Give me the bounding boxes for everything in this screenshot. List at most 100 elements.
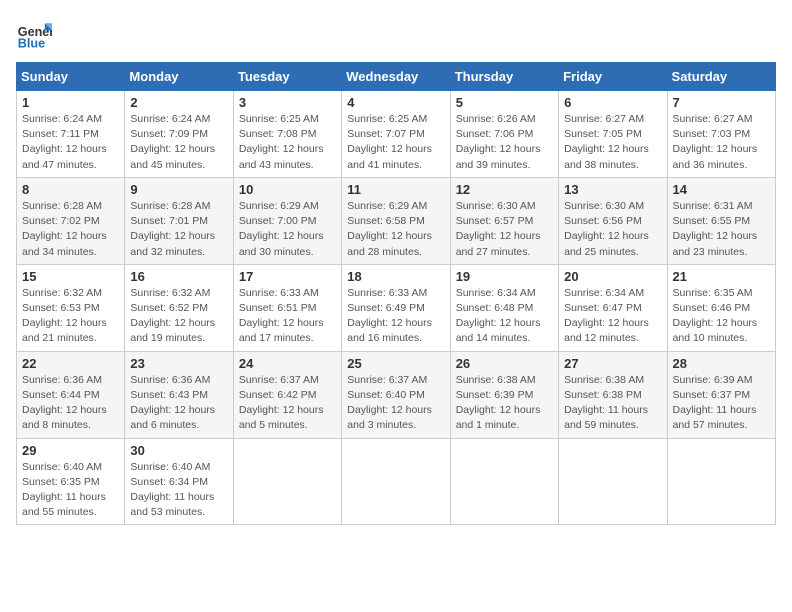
day-number: 19 bbox=[456, 269, 553, 284]
day-detail: Sunrise: 6:27 AMSunset: 7:05 PMDaylight:… bbox=[564, 113, 649, 171]
day-number: 30 bbox=[130, 443, 227, 458]
calendar-table: SundayMondayTuesdayWednesdayThursdayFrid… bbox=[16, 62, 776, 525]
day-detail: Sunrise: 6:30 AMSunset: 6:56 PMDaylight:… bbox=[564, 200, 649, 258]
day-detail: Sunrise: 6:39 AMSunset: 6:37 PMDaylight:… bbox=[673, 374, 757, 432]
day-detail: Sunrise: 6:27 AMSunset: 7:03 PMDaylight:… bbox=[673, 113, 758, 171]
day-detail: Sunrise: 6:29 AMSunset: 7:00 PMDaylight:… bbox=[239, 200, 324, 258]
calendar-day: 11 Sunrise: 6:29 AMSunset: 6:58 PMDaylig… bbox=[342, 177, 450, 264]
calendar-week: 15 Sunrise: 6:32 AMSunset: 6:53 PMDaylig… bbox=[17, 264, 776, 351]
day-number: 14 bbox=[673, 182, 770, 197]
day-number: 7 bbox=[673, 95, 770, 110]
day-number: 6 bbox=[564, 95, 661, 110]
calendar-day: 6 Sunrise: 6:27 AMSunset: 7:05 PMDayligh… bbox=[559, 91, 667, 178]
calendar-day: 12 Sunrise: 6:30 AMSunset: 6:57 PMDaylig… bbox=[450, 177, 558, 264]
day-number: 13 bbox=[564, 182, 661, 197]
weekday-header: Monday bbox=[125, 63, 233, 91]
day-detail: Sunrise: 6:24 AMSunset: 7:11 PMDaylight:… bbox=[22, 113, 107, 171]
calendar-day: 21 Sunrise: 6:35 AMSunset: 6:46 PMDaylig… bbox=[667, 264, 775, 351]
calendar-day: 3 Sunrise: 6:25 AMSunset: 7:08 PMDayligh… bbox=[233, 91, 341, 178]
calendar-day: 18 Sunrise: 6:33 AMSunset: 6:49 PMDaylig… bbox=[342, 264, 450, 351]
day-detail: Sunrise: 6:25 AMSunset: 7:07 PMDaylight:… bbox=[347, 113, 432, 171]
day-number: 4 bbox=[347, 95, 444, 110]
weekday-header: Sunday bbox=[17, 63, 125, 91]
calendar-week: 22 Sunrise: 6:36 AMSunset: 6:44 PMDaylig… bbox=[17, 351, 776, 438]
calendar-week: 1 Sunrise: 6:24 AMSunset: 7:11 PMDayligh… bbox=[17, 91, 776, 178]
day-number: 12 bbox=[456, 182, 553, 197]
day-detail: Sunrise: 6:37 AMSunset: 6:42 PMDaylight:… bbox=[239, 374, 324, 432]
day-detail: Sunrise: 6:38 AMSunset: 6:38 PMDaylight:… bbox=[564, 374, 648, 432]
day-number: 3 bbox=[239, 95, 336, 110]
calendar-day: 13 Sunrise: 6:30 AMSunset: 6:56 PMDaylig… bbox=[559, 177, 667, 264]
day-detail: Sunrise: 6:25 AMSunset: 7:08 PMDaylight:… bbox=[239, 113, 324, 171]
calendar-day: 5 Sunrise: 6:26 AMSunset: 7:06 PMDayligh… bbox=[450, 91, 558, 178]
header-row: SundayMondayTuesdayWednesdayThursdayFrid… bbox=[17, 63, 776, 91]
calendar-day: 30 Sunrise: 6:40 AMSunset: 6:34 PMDaylig… bbox=[125, 438, 233, 525]
calendar-header: SundayMondayTuesdayWednesdayThursdayFrid… bbox=[17, 63, 776, 91]
weekday-header: Tuesday bbox=[233, 63, 341, 91]
svg-text:Blue: Blue bbox=[18, 37, 45, 51]
calendar-day: 15 Sunrise: 6:32 AMSunset: 6:53 PMDaylig… bbox=[17, 264, 125, 351]
calendar-day: 7 Sunrise: 6:27 AMSunset: 7:03 PMDayligh… bbox=[667, 91, 775, 178]
day-detail: Sunrise: 6:34 AMSunset: 6:48 PMDaylight:… bbox=[456, 287, 541, 345]
day-detail: Sunrise: 6:28 AMSunset: 7:01 PMDaylight:… bbox=[130, 200, 215, 258]
day-detail: Sunrise: 6:33 AMSunset: 6:49 PMDaylight:… bbox=[347, 287, 432, 345]
day-number: 26 bbox=[456, 356, 553, 371]
day-detail: Sunrise: 6:33 AMSunset: 6:51 PMDaylight:… bbox=[239, 287, 324, 345]
calendar-day: 29 Sunrise: 6:40 AMSunset: 6:35 PMDaylig… bbox=[17, 438, 125, 525]
day-detail: Sunrise: 6:32 AMSunset: 6:53 PMDaylight:… bbox=[22, 287, 107, 345]
calendar-day: 27 Sunrise: 6:38 AMSunset: 6:38 PMDaylig… bbox=[559, 351, 667, 438]
day-detail: Sunrise: 6:34 AMSunset: 6:47 PMDaylight:… bbox=[564, 287, 649, 345]
day-number: 18 bbox=[347, 269, 444, 284]
calendar-day: 9 Sunrise: 6:28 AMSunset: 7:01 PMDayligh… bbox=[125, 177, 233, 264]
day-number: 25 bbox=[347, 356, 444, 371]
day-number: 1 bbox=[22, 95, 119, 110]
day-number: 11 bbox=[347, 182, 444, 197]
calendar-day: 16 Sunrise: 6:32 AMSunset: 6:52 PMDaylig… bbox=[125, 264, 233, 351]
calendar-day: 10 Sunrise: 6:29 AMSunset: 7:00 PMDaylig… bbox=[233, 177, 341, 264]
day-detail: Sunrise: 6:40 AMSunset: 6:34 PMDaylight:… bbox=[130, 461, 214, 519]
day-number: 9 bbox=[130, 182, 227, 197]
day-number: 28 bbox=[673, 356, 770, 371]
calendar-day bbox=[233, 438, 341, 525]
calendar-day: 8 Sunrise: 6:28 AMSunset: 7:02 PMDayligh… bbox=[17, 177, 125, 264]
day-detail: Sunrise: 6:37 AMSunset: 6:40 PMDaylight:… bbox=[347, 374, 432, 432]
day-number: 5 bbox=[456, 95, 553, 110]
calendar-day: 17 Sunrise: 6:33 AMSunset: 6:51 PMDaylig… bbox=[233, 264, 341, 351]
day-detail: Sunrise: 6:30 AMSunset: 6:57 PMDaylight:… bbox=[456, 200, 541, 258]
calendar-day: 22 Sunrise: 6:36 AMSunset: 6:44 PMDaylig… bbox=[17, 351, 125, 438]
day-number: 21 bbox=[673, 269, 770, 284]
weekday-header: Saturday bbox=[667, 63, 775, 91]
calendar-day: 14 Sunrise: 6:31 AMSunset: 6:55 PMDaylig… bbox=[667, 177, 775, 264]
day-detail: Sunrise: 6:36 AMSunset: 6:44 PMDaylight:… bbox=[22, 374, 107, 432]
day-number: 2 bbox=[130, 95, 227, 110]
calendar-day bbox=[559, 438, 667, 525]
day-number: 27 bbox=[564, 356, 661, 371]
calendar-week: 8 Sunrise: 6:28 AMSunset: 7:02 PMDayligh… bbox=[17, 177, 776, 264]
day-number: 15 bbox=[22, 269, 119, 284]
day-number: 10 bbox=[239, 182, 336, 197]
day-number: 20 bbox=[564, 269, 661, 284]
day-detail: Sunrise: 6:24 AMSunset: 7:09 PMDaylight:… bbox=[130, 113, 215, 171]
calendar-week: 29 Sunrise: 6:40 AMSunset: 6:35 PMDaylig… bbox=[17, 438, 776, 525]
calendar-day: 2 Sunrise: 6:24 AMSunset: 7:09 PMDayligh… bbox=[125, 91, 233, 178]
calendar-day bbox=[450, 438, 558, 525]
page-header: General Blue bbox=[16, 16, 776, 52]
day-number: 8 bbox=[22, 182, 119, 197]
calendar-day: 1 Sunrise: 6:24 AMSunset: 7:11 PMDayligh… bbox=[17, 91, 125, 178]
calendar-body: 1 Sunrise: 6:24 AMSunset: 7:11 PMDayligh… bbox=[17, 91, 776, 525]
day-detail: Sunrise: 6:31 AMSunset: 6:55 PMDaylight:… bbox=[673, 200, 758, 258]
weekday-header: Wednesday bbox=[342, 63, 450, 91]
calendar-day: 25 Sunrise: 6:37 AMSunset: 6:40 PMDaylig… bbox=[342, 351, 450, 438]
calendar-day: 28 Sunrise: 6:39 AMSunset: 6:37 PMDaylig… bbox=[667, 351, 775, 438]
logo-icon: General Blue bbox=[16, 16, 52, 52]
day-number: 23 bbox=[130, 356, 227, 371]
weekday-header: Thursday bbox=[450, 63, 558, 91]
calendar-day: 19 Sunrise: 6:34 AMSunset: 6:48 PMDaylig… bbox=[450, 264, 558, 351]
day-detail: Sunrise: 6:36 AMSunset: 6:43 PMDaylight:… bbox=[130, 374, 215, 432]
calendar-day: 26 Sunrise: 6:38 AMSunset: 6:39 PMDaylig… bbox=[450, 351, 558, 438]
day-detail: Sunrise: 6:26 AMSunset: 7:06 PMDaylight:… bbox=[456, 113, 541, 171]
day-number: 29 bbox=[22, 443, 119, 458]
logo: General Blue bbox=[16, 16, 52, 52]
calendar-day bbox=[342, 438, 450, 525]
day-number: 24 bbox=[239, 356, 336, 371]
